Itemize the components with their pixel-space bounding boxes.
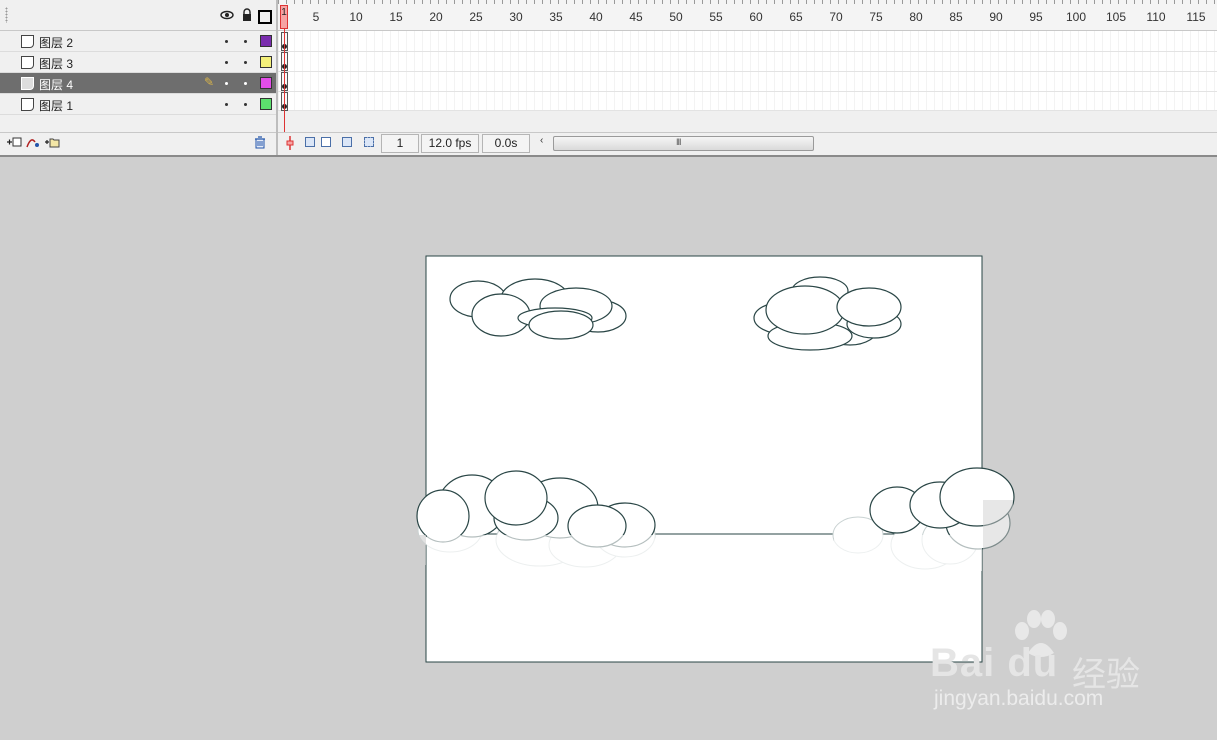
layer-name: 图层 1 — [39, 99, 74, 113]
ruler-number: 20 — [429, 10, 443, 24]
eye-icon[interactable] — [220, 8, 234, 22]
ruler-number: 10 — [349, 10, 363, 24]
visibility-dot[interactable] — [225, 82, 228, 85]
ruler-number: 65 — [789, 10, 803, 24]
row-divider — [278, 110, 1217, 111]
add-folder-icon[interactable] — [44, 136, 60, 152]
layer-icon — [21, 77, 34, 90]
playhead-frame: 1 — [281, 7, 287, 18]
horizontal-scrollbar[interactable]: III — [553, 136, 814, 151]
ruler-number: 85 — [949, 10, 963, 24]
watermark: Bai du 经验 jingyan.baidu.com — [930, 605, 1160, 715]
layer-list: 图层 2 图层 3 图层 4 ✎ 图层 1 — [0, 31, 276, 115]
ruler-number: 100 — [1065, 10, 1087, 24]
visibility-dot[interactable] — [225, 61, 228, 64]
ruler-number: 50 — [669, 10, 683, 24]
onion-skin-outline-icon[interactable] — [321, 137, 331, 147]
offstage-mask-left — [417, 535, 426, 565]
ruler-number: 75 — [869, 10, 883, 24]
layer-row[interactable]: 图层 3 — [0, 52, 276, 73]
edit-multiple-frames-icon[interactable] — [342, 137, 352, 147]
ruler-number: 110 — [1146, 10, 1166, 24]
outline-icon[interactable] — [258, 10, 272, 24]
layer-name: 图层 3 — [39, 57, 74, 71]
layer-icon — [21, 56, 34, 69]
layer-color-swatch[interactable] — [260, 35, 272, 47]
layer-icon — [21, 35, 34, 48]
lock-icon[interactable] — [240, 8, 254, 22]
offstage-mask-right — [983, 500, 1013, 555]
center-frame-icon[interactable] — [285, 136, 295, 153]
ruler-number: 25 — [469, 10, 483, 24]
scroll-left-arrow[interactable]: ‹ — [540, 135, 543, 146]
layer-name: 图层 2 — [39, 36, 74, 50]
frame-ruler[interactable]: 5 10 15 20 25 30 35 40 45 50 55 60 65 70 75 80 85 90 95 100… — [278, 0, 1217, 31]
ruler-number: 105 — [1105, 10, 1127, 24]
onion-skin-icon[interactable] — [305, 137, 315, 147]
row-divider — [278, 51, 1217, 52]
stage-area[interactable]: Bai du 经验 jingyan.baidu.com — [0, 157, 1217, 740]
ground-mask-left — [427, 535, 655, 575]
visibility-dot[interactable] — [225, 40, 228, 43]
ruler-number: 40 — [589, 10, 603, 24]
modify-onion-markers-icon[interactable] — [364, 137, 374, 147]
layer-row[interactable]: 图层 2 — [0, 31, 276, 52]
add-motion-guide-icon[interactable] — [25, 136, 41, 152]
layer-color-swatch[interactable] — [260, 77, 272, 89]
layer-row-selected[interactable]: 图层 4 ✎ — [0, 73, 276, 94]
ruler-number: 90 — [989, 10, 1003, 24]
ruler-number: 115 — [1186, 10, 1206, 24]
layer-color-swatch[interactable] — [260, 98, 272, 110]
trash-icon[interactable] — [254, 136, 266, 153]
layer-row[interactable]: 图层 1 — [0, 94, 276, 115]
ruler-number: 70 — [829, 10, 843, 24]
ruler-number: 35 — [549, 10, 563, 24]
elapsed-time-field: 0.0s — [482, 134, 530, 153]
row-divider — [278, 71, 1217, 72]
layer-color-swatch[interactable] — [260, 56, 272, 68]
frame-grid[interactable] — [278, 31, 1217, 111]
ruler-number: 95 — [1029, 10, 1043, 24]
ruler-number: 80 — [909, 10, 923, 24]
ruler-number: 55 — [709, 10, 723, 24]
layer-name: 图层 4 — [39, 78, 74, 92]
playhead[interactable]: 1 — [280, 5, 288, 29]
lock-dot[interactable] — [244, 61, 247, 64]
layer-icon — [21, 98, 34, 111]
lock-dot[interactable] — [244, 40, 247, 43]
current-frame-field: 1 — [381, 134, 419, 153]
lock-dot[interactable] — [244, 82, 247, 85]
ground-mask-right — [834, 535, 982, 571]
timeline-panel: 图层 2 图层 3 图层 4 ✎ 图层 1 5 10 15 20 25 30 3… — [0, 0, 1217, 157]
ruler-number: 5 — [312, 10, 320, 24]
watermark-url: jingyan.baidu.com — [934, 687, 1104, 710]
playhead-line — [284, 29, 285, 133]
layer-header — [0, 0, 276, 31]
watermark-logo: Bai du — [930, 641, 1059, 685]
ruler-number: 15 — [389, 10, 403, 24]
row-divider — [278, 91, 1217, 92]
timeline-status-bar: 1 12.0 fps 0.0s ‹ III — [278, 132, 1217, 153]
ruler-number: 60 — [749, 10, 763, 24]
scrollbar-grip[interactable]: III — [676, 137, 681, 147]
ruler-number: 45 — [629, 10, 643, 24]
visibility-dot[interactable] — [225, 103, 228, 106]
layer-toolbar — [0, 132, 276, 153]
pencil-icon: ✎ — [204, 75, 215, 89]
frame-rate-field[interactable]: 12.0 fps — [421, 134, 479, 153]
panel-grip[interactable] — [5, 7, 8, 23]
ruler-number: 30 — [509, 10, 523, 24]
add-layer-icon[interactable] — [6, 136, 22, 152]
lock-dot[interactable] — [244, 103, 247, 106]
